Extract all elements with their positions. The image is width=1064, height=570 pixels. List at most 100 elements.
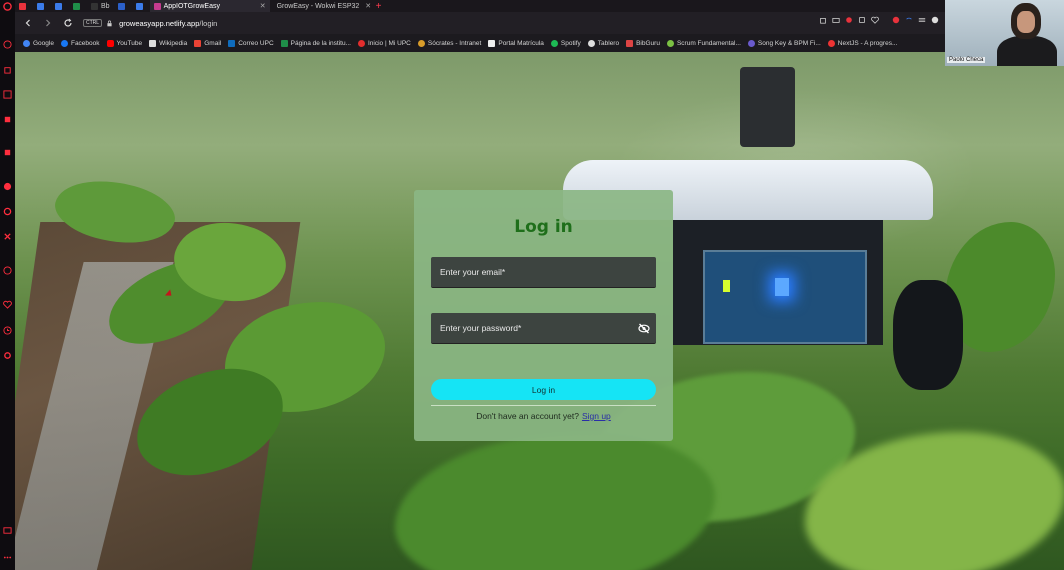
robot-wheel (893, 280, 963, 390)
robot-sensor (740, 67, 795, 147)
page-icon (488, 39, 496, 47)
x-icon[interactable] (3, 232, 12, 241)
bookmark-item[interactable]: Scrum Fundamental... (666, 39, 741, 47)
sidebar-box-icon[interactable] (3, 526, 12, 535)
bookmark-item[interactable]: Sócrates - Intranet (417, 39, 481, 47)
bookmark-item[interactable]: Wikipedia (149, 39, 187, 47)
divider (431, 405, 656, 406)
browser-sidebar (0, 0, 15, 570)
wikipedia-icon (149, 39, 157, 47)
more-icon[interactable] (3, 553, 12, 562)
player-icon[interactable] (3, 90, 12, 99)
tab-favicon (153, 2, 161, 10)
tab-favicon (19, 2, 26, 10)
lock-icon (107, 20, 112, 26)
tab-favicon (73, 2, 80, 10)
person-body (997, 36, 1057, 66)
webcam-overlay: Paolo Checa (945, 0, 1064, 66)
bookmark-item[interactable]: Correo UPC (228, 39, 274, 47)
email-placeholder: Enter your email* (440, 267, 506, 277)
login-button[interactable]: Log in (431, 379, 656, 400)
tab-5[interactable]: Bb (87, 0, 114, 12)
bookmark-item[interactable]: Facebook (60, 39, 100, 47)
bookmark-item[interactable]: Gmail (194, 39, 221, 47)
tab-7[interactable] (132, 0, 150, 12)
wifi-icon[interactable] (905, 16, 913, 24)
bag-icon[interactable] (3, 65, 12, 74)
signup-link[interactable]: Sign up (582, 411, 611, 421)
login-page: Log in Enter your email* Enter your pass… (15, 52, 1064, 570)
url-field[interactable]: CTRL groweasyapp.netlify.app/login (83, 15, 217, 31)
new-tab-button[interactable]: + (376, 1, 382, 12)
camera-icon[interactable] (832, 16, 840, 24)
google-icon (23, 39, 30, 47)
bibguru-icon (626, 39, 634, 47)
menu-icon[interactable] (918, 16, 926, 24)
bookmark-item[interactable]: Song Key & BPM Fi... (747, 39, 821, 47)
heart-icon[interactable] (871, 16, 879, 24)
bookmark-item[interactable]: Google (23, 39, 54, 47)
bookmark-item[interactable]: BibGuru (626, 39, 660, 47)
upc-icon (358, 39, 365, 47)
back-arrow-icon (25, 19, 30, 27)
signup-row: Don't have an account yet? Sign up (414, 411, 673, 421)
tab-2[interactable] (33, 0, 51, 12)
vpn-icon[interactable] (3, 266, 12, 275)
facebook-icon (60, 39, 68, 47)
messenger-icon[interactable] (3, 182, 12, 191)
tab-favicon (55, 2, 62, 10)
url-text: groweasyapp.netlify.app/login (119, 18, 218, 28)
bookmark-item[interactable]: Tablero (587, 39, 619, 47)
excel-icon (280, 39, 288, 47)
heart-icon[interactable] (3, 300, 12, 309)
tab-3[interactable] (51, 0, 69, 12)
tab-1[interactable] (15, 0, 33, 12)
bookmark-item[interactable]: Portal Matrícula (488, 39, 544, 47)
person-face (1017, 11, 1035, 33)
tab-favicon (117, 2, 125, 10)
visibility-off-icon[interactable] (638, 323, 650, 334)
tab-6[interactable] (114, 0, 132, 12)
profile-icon[interactable] (931, 16, 939, 24)
reload-button[interactable] (61, 16, 75, 30)
settings-icon[interactable] (3, 351, 12, 360)
tab-favicon (135, 2, 143, 10)
extension-icon[interactable] (892, 16, 900, 24)
tab-4[interactable] (69, 0, 87, 12)
share-icon[interactable] (819, 16, 827, 24)
close-tab-icon[interactable]: ✕ (260, 2, 266, 10)
tab-strip: Bb AppIOTGrowEasy ✕ GrowEasy - Wokwi ESP3… (15, 0, 945, 12)
bookmark-item[interactable]: Página de la institu... (280, 39, 351, 47)
close-tab-icon[interactable]: ✕ (365, 2, 371, 10)
record-icon[interactable] (845, 16, 853, 24)
bookmark-item[interactable]: YouTube (106, 39, 142, 47)
robot-box (703, 250, 867, 344)
forward-arrow-icon (46, 19, 51, 27)
tabs-icon[interactable] (858, 16, 866, 24)
bookmark-item[interactable]: NextJS - A progres... (827, 39, 897, 47)
tab-favicon (37, 2, 44, 10)
bookmark-item[interactable]: Spotify (550, 39, 581, 47)
signup-prompt: Don't have an account yet? (476, 411, 579, 421)
email-field[interactable]: Enter your email* (431, 257, 656, 288)
tab-favicon (91, 2, 98, 10)
outlook-icon (228, 39, 236, 47)
speed-dial-icon[interactable] (3, 40, 12, 49)
password-field[interactable]: Enter your password* (431, 313, 656, 344)
history-icon[interactable] (3, 326, 12, 335)
login-title: Log in (514, 217, 573, 237)
forward-button[interactable] (41, 16, 55, 30)
notes-icon[interactable] (3, 148, 12, 157)
instagram-icon[interactable] (3, 207, 12, 216)
tab-wokwi[interactable]: GrowEasy - Wokwi ESP32 ✕ (270, 0, 372, 12)
opera-logo-icon[interactable] (3, 2, 12, 11)
bookmarks-bar: Google Facebook YouTube Wikipedia Gmail … (15, 34, 945, 52)
ctrl-badge: CTRL (83, 19, 103, 27)
back-button[interactable] (21, 16, 35, 30)
news-icon[interactable] (3, 115, 12, 124)
address-bar-row: CTRL groweasyapp.netlify.app/login (15, 12, 945, 34)
browser-toolbar-right (819, 16, 939, 24)
tablero-icon (587, 39, 595, 47)
tab-active[interactable]: AppIOTGrowEasy ✕ (149, 0, 270, 12)
bookmark-item[interactable]: Inicio | Mi UPC (358, 39, 411, 47)
